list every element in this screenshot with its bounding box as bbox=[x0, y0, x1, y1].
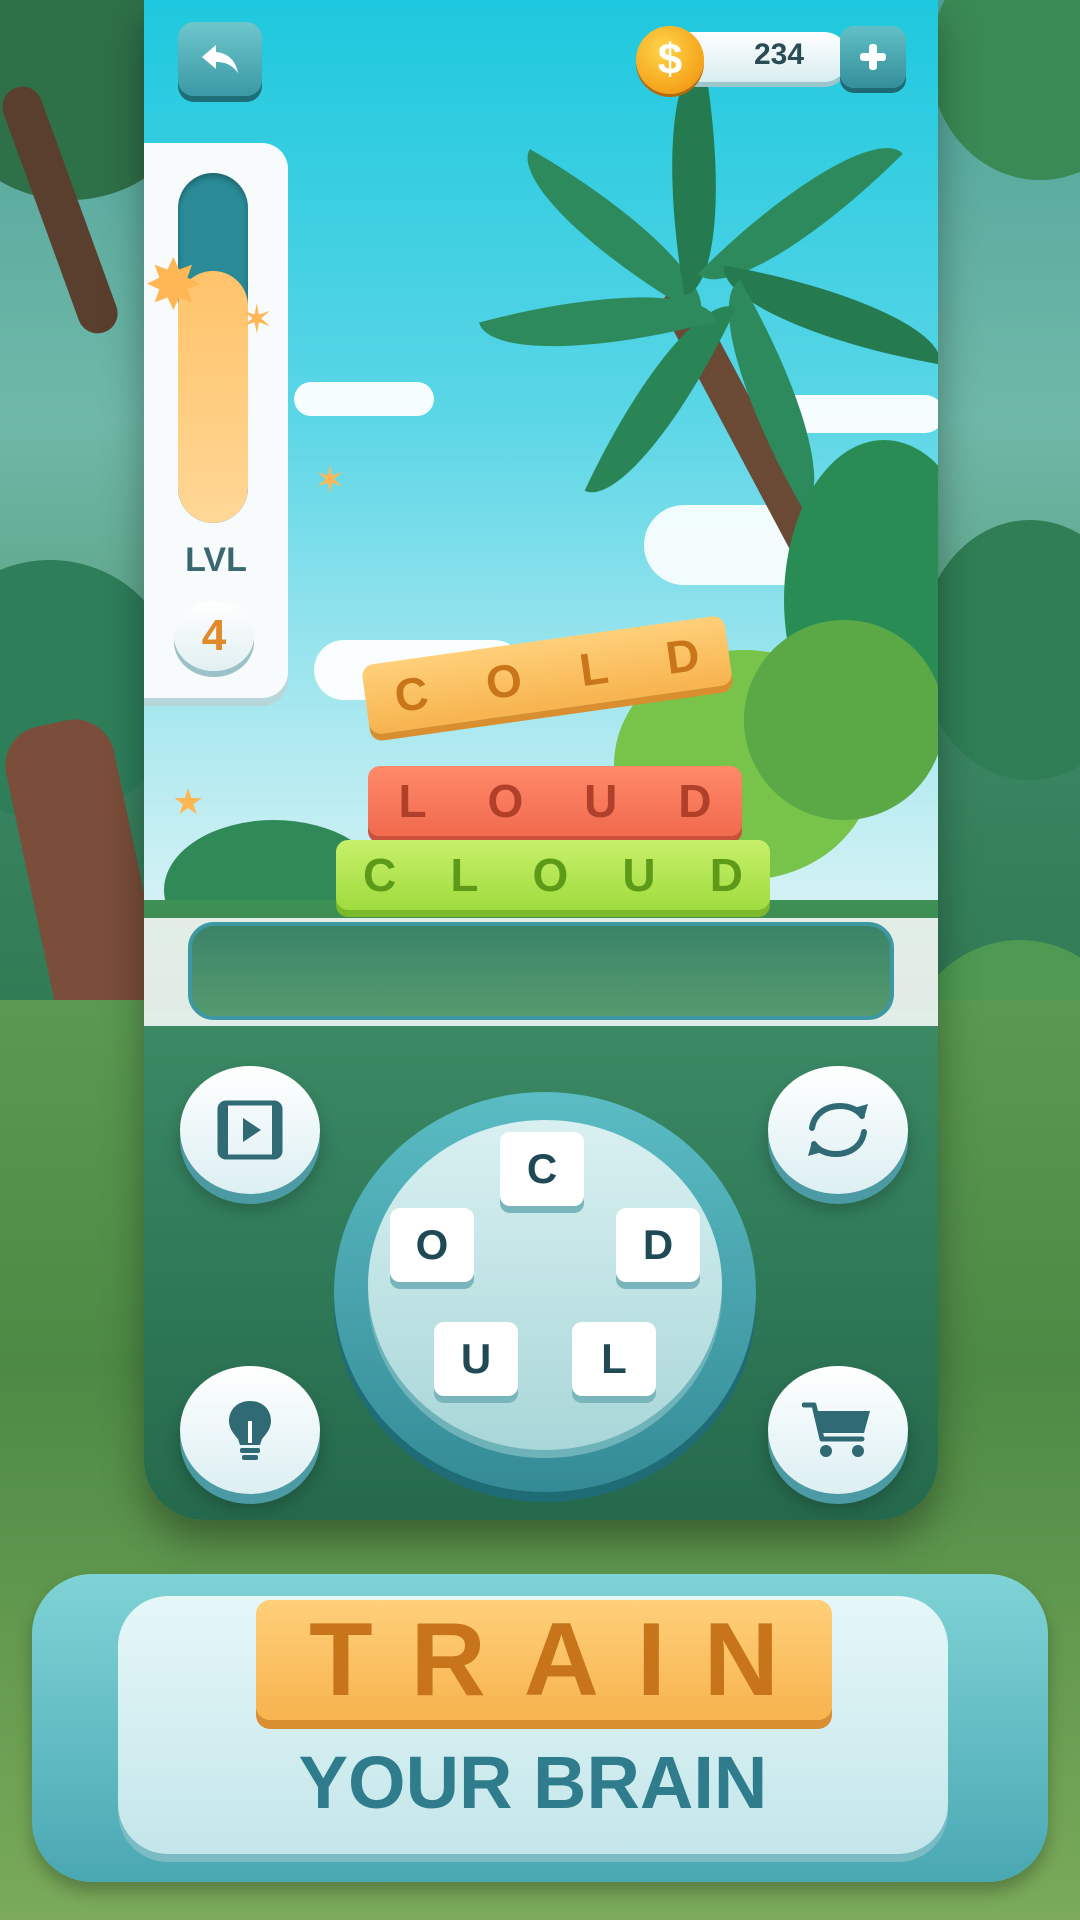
video-play-icon bbox=[217, 1100, 283, 1160]
back-arrow-icon bbox=[202, 45, 238, 73]
word-letter: D bbox=[662, 627, 703, 685]
level-label: LVL bbox=[185, 541, 247, 579]
cloud bbox=[294, 382, 434, 416]
word-letter: O bbox=[487, 775, 524, 827]
level-number-badge: 4 bbox=[174, 601, 254, 671]
letter-tile-l[interactable]: L bbox=[572, 1322, 656, 1396]
answer-input-display bbox=[188, 922, 894, 1020]
word-letter: D bbox=[678, 775, 712, 827]
word-letter: C bbox=[363, 849, 397, 901]
level-panel: LVL 4 bbox=[144, 143, 288, 698]
letter-tile-c[interactable]: C bbox=[500, 1132, 584, 1206]
shuffle-icon bbox=[808, 1102, 868, 1158]
hint-button[interactable] bbox=[180, 1366, 320, 1494]
word-letter: U bbox=[622, 849, 656, 901]
tree-foliage bbox=[744, 620, 938, 820]
word-letter: L bbox=[450, 849, 479, 901]
letter-tile-d[interactable]: D bbox=[616, 1208, 700, 1282]
word-letter: L bbox=[398, 775, 427, 827]
game-screen: $ 234 LVL 4 ✸ ✶ ✶ ★ C O L D L O U D C L … bbox=[144, 0, 938, 1520]
word-letter: O bbox=[482, 652, 526, 710]
letter-tile-u[interactable]: U bbox=[434, 1322, 518, 1396]
add-coins-button[interactable] bbox=[840, 26, 906, 88]
lightbulb-icon bbox=[229, 1401, 271, 1460]
level-progress-bar bbox=[178, 173, 248, 523]
plus-icon bbox=[860, 44, 886, 70]
star-burst-icon: ✶ bbox=[314, 460, 346, 502]
watch-video-button[interactable] bbox=[180, 1066, 320, 1194]
found-word-loud: L O U D bbox=[368, 766, 742, 836]
star-burst-icon: ✸ bbox=[144, 246, 203, 324]
letter-tile-o[interactable]: O bbox=[390, 1208, 474, 1282]
found-word-cloud: C L O U D bbox=[336, 840, 770, 910]
back-button[interactable] bbox=[178, 22, 262, 96]
coin-value: 234 bbox=[753, 38, 805, 71]
banner-subtitle: YOUR BRAIN bbox=[298, 1741, 768, 1824]
word-letter: D bbox=[709, 849, 743, 901]
word-letter: C bbox=[391, 665, 432, 723]
shop-button[interactable] bbox=[768, 1366, 908, 1494]
coin-icon: $ bbox=[636, 26, 704, 94]
word-letter: U bbox=[584, 775, 618, 827]
shuffle-button[interactable] bbox=[768, 1066, 908, 1194]
word-letter: L bbox=[576, 640, 612, 697]
star-icon: ★ bbox=[172, 781, 205, 822]
banner-title: TRAIN bbox=[256, 1600, 832, 1720]
star-burst-icon: ✶ bbox=[240, 298, 274, 342]
word-letter: O bbox=[532, 849, 569, 901]
shopping-cart-icon bbox=[802, 1402, 870, 1457]
